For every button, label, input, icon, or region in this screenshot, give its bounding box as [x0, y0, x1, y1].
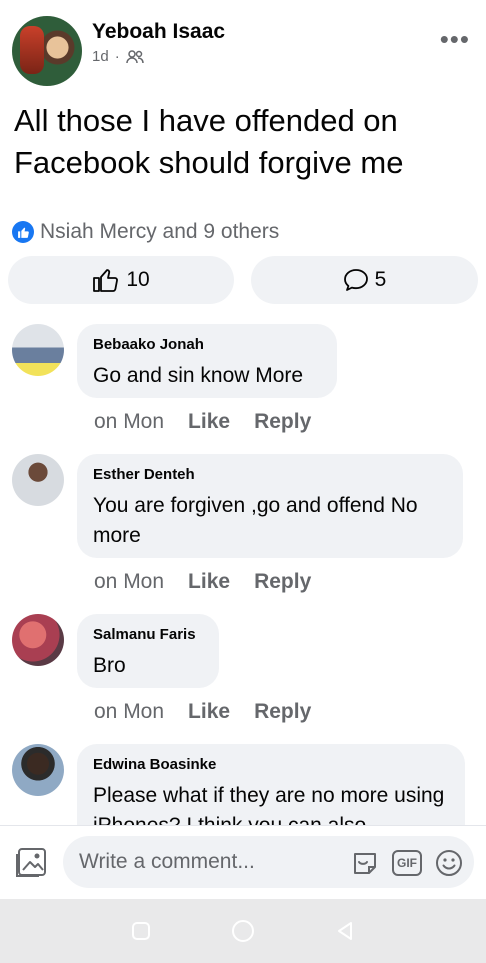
commenter-avatar[interactable]	[12, 614, 64, 666]
commenter-avatar[interactable]	[12, 744, 64, 796]
comment-text: Please what if they are no more using iP…	[93, 784, 445, 825]
comment-like-button[interactable]: Like	[188, 700, 230, 724]
comment-time[interactable]: on Mon	[94, 410, 164, 434]
comment-text: Go and sin know More	[93, 364, 304, 387]
commenter-avatar[interactable]	[12, 454, 64, 506]
post-header: Yeboah Isaac 1d · •••	[0, 0, 486, 96]
home-icon[interactable]	[230, 918, 256, 944]
like-count: 10	[126, 268, 150, 291]
photo-icon[interactable]	[14, 846, 48, 880]
reaction-names: Nsiah Mercy and 9 others	[40, 220, 280, 243]
comment-bubble: Esther Denteh You are forgiven ,go and o…	[77, 454, 463, 558]
like-count-button[interactable]: 10	[8, 256, 234, 304]
comment-input-placeholder: Write a comment...	[79, 850, 255, 873]
back-icon[interactable]	[333, 919, 357, 943]
comment-reply-button[interactable]: Reply	[254, 700, 311, 724]
comment-actions: on Mon Like Reply	[94, 570, 311, 594]
comment-like-button[interactable]: Like	[188, 410, 230, 434]
recent-apps-icon[interactable]	[129, 919, 153, 943]
comment-bubble: Edwina Boasinke Please what if they are …	[77, 744, 465, 825]
comment-like-button[interactable]: Like	[188, 570, 230, 594]
comment-bubble-icon	[343, 269, 368, 291]
author-name[interactable]: Yeboah Isaac	[92, 20, 225, 44]
comment-bubble: Salmanu Faris Bro	[77, 614, 219, 688]
gif-icon[interactable]: GIF	[392, 850, 422, 876]
system-nav-bar	[0, 899, 486, 963]
commenter-name[interactable]: Salmanu Faris	[93, 626, 203, 643]
comment-count: 5	[374, 268, 387, 291]
more-options-icon[interactable]: •••	[440, 26, 470, 52]
commenter-name[interactable]: Esther Denteh	[93, 466, 447, 483]
author-avatar[interactable]	[12, 16, 82, 86]
comment-time[interactable]: on Mon	[94, 700, 164, 724]
composer-icons: GIF	[350, 848, 464, 878]
comment-bubble: Bebaako Jonah Go and sin know More	[77, 324, 337, 398]
comment-count-button[interactable]: 5	[251, 256, 478, 304]
comment-composer: Write a comment... GIF	[0, 825, 486, 899]
reaction-summary[interactable]: Nsiah Mercy and 9 others	[12, 220, 279, 244]
meta-separator: ·	[114, 48, 120, 65]
comment-reply-button[interactable]: Reply	[254, 570, 311, 594]
thumbs-up-icon	[93, 269, 119, 292]
post-meta: 1d ·	[92, 48, 144, 65]
comment-text: You are forgiven ,go and offend No more	[93, 494, 418, 547]
comment-reply-button[interactable]: Reply	[254, 410, 311, 434]
comment-actions: on Mon Like Reply	[94, 700, 311, 724]
post-time[interactable]: 1d	[92, 48, 109, 65]
comment-time[interactable]: on Mon	[94, 570, 164, 594]
sticker-icon[interactable]	[350, 848, 380, 878]
emoji-icon[interactable]	[434, 848, 464, 878]
like-reaction-icon	[12, 221, 34, 243]
commenter-name[interactable]: Bebaako Jonah	[93, 336, 321, 353]
post-text: All those I have offended on Facebook sh…	[14, 103, 404, 180]
comment-item: Edwina Boasinke Please what if they are …	[0, 742, 486, 825]
commenter-avatar[interactable]	[12, 324, 64, 376]
friends-icon	[125, 49, 144, 63]
commenter-name[interactable]: Edwina Boasinke	[93, 756, 449, 773]
comment-actions: on Mon Like Reply	[94, 410, 311, 434]
comment-text: Bro	[93, 654, 126, 677]
